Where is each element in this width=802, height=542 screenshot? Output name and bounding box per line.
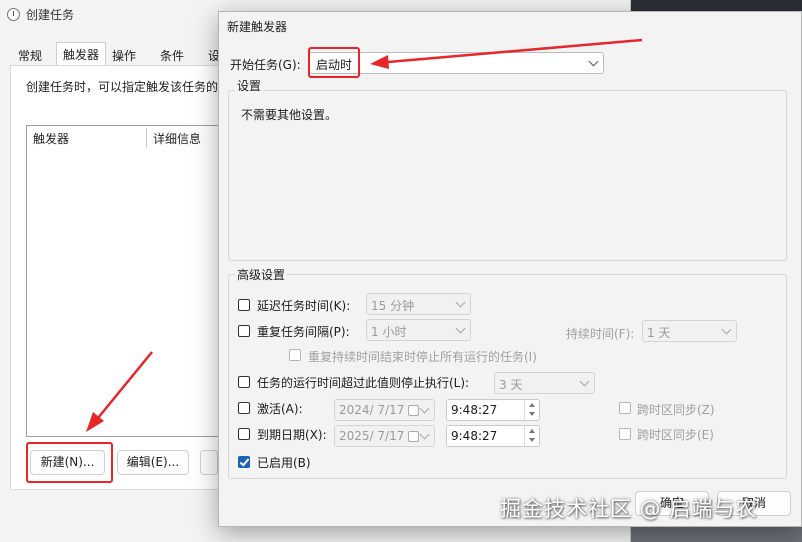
column-separator — [146, 128, 147, 148]
desktop-background — [631, 0, 802, 11]
window-title: 创建任务 — [26, 8, 75, 22]
stop-all-checkbox[interactable] — [289, 349, 301, 361]
expire-sync-label: 跨时区同步(E) — [637, 428, 714, 442]
new-trigger-dialog: 新建触发器 开始任务(G): 启动时 设置 不需要其他设置。 高级设置 延迟任务… — [218, 11, 802, 527]
tab-general[interactable]: 常规 — [12, 44, 48, 65]
chevron-down-icon — [721, 324, 732, 335]
delay-checkbox[interactable] — [238, 299, 250, 311]
chevron-down-icon — [455, 297, 466, 308]
activate-date-picker[interactable]: 2024/ 7/17 — [334, 399, 435, 421]
stop-longer-value: 3 天 — [499, 378, 523, 392]
chevron-down-icon — [588, 56, 599, 67]
watermark-text: 掘金技术社区 @ 启端与农 — [500, 497, 758, 521]
delay-value: 15 分钟 — [371, 299, 415, 313]
tab-actions[interactable]: 操作 — [106, 44, 142, 65]
chevron-down-icon — [419, 429, 430, 440]
column-header-trigger[interactable]: 触发器 — [33, 130, 69, 147]
duration-select[interactable]: 1 天 — [642, 320, 737, 342]
highlight-box-start — [308, 47, 360, 78]
repeat-label: 重复任务间隔(P): — [257, 325, 350, 339]
duration-label: 持续时间(F): — [566, 327, 635, 341]
expire-date-picker[interactable]: 2025/ 7/17 — [334, 425, 435, 447]
activate-checkbox[interactable] — [238, 402, 250, 414]
enabled-checkbox[interactable] — [238, 456, 250, 468]
stop-longer-label: 任务的运行时间超过此值则停止执行(L): — [257, 376, 470, 390]
delay-select[interactable]: 15 分钟 — [366, 293, 471, 315]
highlight-box-new — [26, 442, 113, 483]
stop-longer-checkbox[interactable] — [238, 376, 250, 388]
repeat-select[interactable]: 1 小时 — [366, 319, 471, 341]
stop-all-label: 重复持续时间结束时停止所有运行的任务(I) — [308, 350, 537, 364]
spin-down-icon[interactable] — [524, 436, 539, 446]
expire-label: 到期日期(X): — [257, 428, 327, 442]
chevron-down-icon — [419, 403, 430, 414]
expire-time-value: 9:48:27 — [451, 429, 498, 443]
stop-longer-select[interactable]: 3 天 — [494, 372, 595, 394]
triggers-description: 创建任务时，可以指定触发该任务的 — [26, 80, 219, 94]
expire-date-value: 2025/ 7/17 — [339, 429, 405, 443]
settings-text: 不需要其他设置。 — [241, 108, 338, 122]
duration-value: 1 天 — [647, 326, 671, 340]
activate-time-input[interactable]: 9:48:27 — [446, 399, 540, 421]
start-task-label: 开始任务(G): — [230, 58, 301, 72]
dialog-title: 新建触发器 — [227, 20, 288, 34]
activate-date-value: 2024/ 7/17 — [339, 403, 405, 417]
activate-time-value: 9:48:27 — [451, 403, 498, 417]
triggers-list[interactable] — [26, 125, 226, 437]
clock-icon — [7, 8, 20, 21]
edit-trigger-button[interactable]: 编辑(E)... — [117, 450, 189, 475]
expire-time-input[interactable]: 9:48:27 — [446, 425, 540, 447]
advanced-group-title: 高级设置 — [235, 266, 288, 283]
tab-conditions[interactable]: 条件 — [154, 44, 190, 65]
spin-up-icon[interactable] — [524, 426, 539, 436]
settings-group-title: 设置 — [235, 77, 264, 94]
activate-sync-checkbox[interactable] — [619, 402, 631, 414]
chevron-down-icon — [579, 376, 590, 387]
calendar-icon[interactable] — [408, 431, 419, 442]
tab-triggers[interactable]: 触发器 — [56, 42, 107, 66]
column-header-details[interactable]: 详细信息 — [153, 130, 201, 147]
activate-sync-label: 跨时区同步(Z) — [637, 403, 715, 417]
repeat-value: 1 小时 — [371, 325, 407, 339]
repeat-checkbox[interactable] — [238, 325, 250, 337]
calendar-icon[interactable] — [408, 405, 419, 416]
chevron-down-icon — [455, 323, 466, 334]
expire-sync-checkbox[interactable] — [619, 428, 631, 440]
spin-up-icon[interactable] — [524, 400, 539, 410]
delay-label: 延迟任务时间(K): — [257, 299, 351, 313]
expire-checkbox[interactable] — [238, 428, 250, 440]
delete-trigger-button[interactable] — [200, 450, 218, 475]
enabled-label: 已启用(B) — [257, 456, 311, 470]
activate-label: 激活(A): — [257, 402, 303, 416]
spin-down-icon[interactable] — [524, 410, 539, 420]
